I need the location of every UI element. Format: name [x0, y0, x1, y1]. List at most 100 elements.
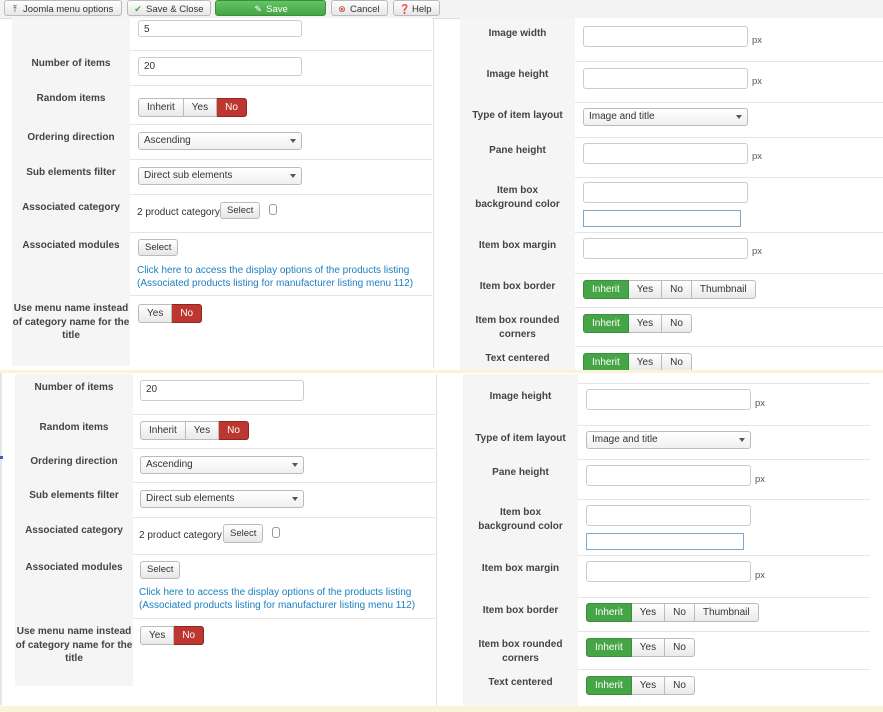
margin-row: Item box margin px	[463, 555, 870, 598]
number-of-items-input[interactable]: 20	[140, 380, 304, 401]
category-select-button[interactable]: Select	[223, 524, 264, 543]
pane-height-input[interactable]	[586, 465, 751, 486]
bottom-left-panel: Number of items 20 Random items Inherit …	[15, 374, 435, 706]
border-no-option[interactable]: No	[662, 280, 692, 299]
image-height-unit: px	[755, 398, 766, 409]
bg-color-input[interactable]	[586, 505, 751, 526]
save-button[interactable]: ✎ Save	[215, 0, 326, 16]
centered-toggle[interactable]: Inherit Yes No	[586, 676, 695, 695]
rounded-no-option[interactable]: No	[665, 638, 695, 657]
border-no-option[interactable]: No	[665, 603, 695, 622]
marker	[0, 456, 3, 459]
centered-inherit-option[interactable]: Inherit	[586, 676, 632, 695]
random-inherit-option[interactable]: Inherit	[138, 98, 184, 117]
partial-label	[463, 374, 578, 383]
image-height-label: Image height	[460, 61, 575, 102]
toolbar: ⤒ Joomla menu options ✔ Save & Close ✎ Save…	[0, 0, 883, 19]
border-inherit-option[interactable]: Inherit	[586, 603, 632, 622]
ordering-direction-row: Ordering direction Ascending	[12, 124, 432, 160]
display-options-link[interactable]: Click here to access the display options…	[139, 586, 411, 599]
item-layout-select[interactable]: Image and title	[583, 108, 748, 126]
margin-label: Item box margin	[463, 555, 578, 597]
random-yes-option[interactable]: Yes	[185, 421, 220, 440]
rounded-toggle[interactable]: Inherit Yes No	[583, 314, 692, 333]
ordering-direction-row: Ordering direction Ascending	[15, 448, 435, 483]
display-options-link-detail[interactable]: (Associated products listing for manufac…	[137, 277, 413, 290]
pane-height-label: Pane height	[460, 137, 575, 177]
pane-height-unit: px	[752, 151, 763, 162]
bottom-band	[0, 706, 883, 712]
pane-height-input[interactable]	[583, 143, 748, 164]
sub-elements-row: Sub elements filter Direct sub elements	[12, 159, 432, 195]
border-thumbnail-option[interactable]: Thumbnail	[691, 280, 756, 299]
bg-color-label: Item box background color	[463, 499, 578, 555]
image-height-input[interactable]	[583, 68, 748, 89]
border-label: Item box border	[460, 273, 575, 307]
margin-input[interactable]	[586, 561, 751, 582]
use-menu-name-toggle[interactable]: Yes No	[138, 304, 203, 323]
item-layout-select[interactable]: Image and title	[586, 431, 751, 449]
number-of-items-row: Number of items 20	[15, 374, 435, 415]
associated-modules-label: Associated modules	[12, 232, 130, 295]
image-width-row: Image width px	[460, 18, 883, 62]
border-inherit-option[interactable]: Inherit	[583, 280, 629, 299]
random-yes-option[interactable]: Yes	[183, 98, 218, 117]
image-height-label: Image height	[463, 383, 578, 425]
display-options-link[interactable]: Click here to access the display options…	[137, 264, 409, 277]
centered-no-option[interactable]: No	[665, 676, 695, 695]
rounded-yes-option[interactable]: Yes	[628, 314, 663, 333]
pane-height-label: Pane height	[463, 459, 578, 499]
color-picker[interactable]	[583, 210, 741, 227]
menu-name-yes-option[interactable]: Yes	[140, 626, 175, 645]
bg-color-input[interactable]	[583, 182, 748, 203]
border-toggle[interactable]: Inherit Yes No Thumbnail	[586, 603, 759, 622]
border-toggle[interactable]: Inherit Yes No Thumbnail	[583, 280, 756, 299]
number-of-items-input[interactable]: 20	[138, 57, 302, 76]
partial-label	[12, 18, 130, 50]
random-items-toggle[interactable]: Inherit Yes No	[138, 98, 247, 117]
random-items-label: Random items	[15, 414, 133, 448]
border-yes-option[interactable]: Yes	[631, 603, 666, 622]
random-inherit-option[interactable]: Inherit	[140, 421, 186, 440]
rounded-inherit-option[interactable]: Inherit	[583, 314, 629, 333]
item-layout-label: Type of item layout	[463, 425, 578, 459]
border-thumbnail-option[interactable]: Thumbnail	[694, 603, 759, 622]
color-picker[interactable]	[586, 533, 744, 550]
rounded-toggle[interactable]: Inherit Yes No	[586, 638, 695, 657]
modules-select-button[interactable]: Select	[140, 561, 181, 579]
menu-name-yes-option[interactable]: Yes	[138, 304, 173, 323]
random-no-option[interactable]: No	[217, 98, 247, 117]
random-no-option[interactable]: No	[219, 421, 249, 440]
random-items-toggle[interactable]: Inherit Yes No	[140, 421, 249, 440]
rounded-yes-option[interactable]: Yes	[631, 638, 666, 657]
menu-name-no-option[interactable]: No	[174, 626, 205, 645]
image-width-input[interactable]	[583, 26, 748, 47]
rounded-no-option[interactable]: No	[662, 314, 692, 333]
rounded-inherit-option[interactable]: Inherit	[586, 638, 632, 657]
bg-color-row: Item box background color	[460, 177, 883, 233]
cancel-button[interactable]: ⊗ Cancel	[331, 0, 388, 16]
sub-elements-select[interactable]: Direct sub elements	[140, 490, 304, 508]
save-close-button[interactable]: ✔ Save & Close	[127, 0, 211, 16]
modules-select-button[interactable]: Select	[138, 239, 179, 256]
image-height-input[interactable]	[586, 389, 751, 410]
ordering-direction-select[interactable]: Ascending	[138, 132, 302, 150]
menu-name-no-option[interactable]: No	[172, 304, 203, 323]
border-yes-option[interactable]: Yes	[628, 280, 663, 299]
use-menu-name-row: Use menu name instead of category name f…	[15, 618, 435, 686]
partial-input[interactable]: 5	[138, 20, 302, 37]
divider	[433, 18, 434, 368]
centered-row: Text centered Inherit Yes No	[463, 669, 870, 706]
category-select-button[interactable]: Select	[220, 202, 261, 219]
sub-elements-select[interactable]: Direct sub elements	[138, 167, 302, 185]
associated-modules-row: Associated modules Select Click here to …	[15, 554, 435, 619]
use-menu-name-toggle[interactable]: Yes No	[140, 626, 205, 645]
help-button[interactable]: ❓ Help	[393, 0, 440, 16]
clear-icon[interactable]	[272, 527, 280, 538]
centered-yes-option[interactable]: Yes	[631, 676, 666, 695]
ordering-direction-select[interactable]: Ascending	[140, 456, 304, 474]
display-options-link-detail[interactable]: (Associated products listing for manufac…	[139, 599, 415, 612]
clear-icon[interactable]	[269, 204, 277, 215]
margin-input[interactable]	[583, 238, 748, 259]
menu-options-button[interactable]: ⤒ Joomla menu options	[4, 0, 122, 16]
